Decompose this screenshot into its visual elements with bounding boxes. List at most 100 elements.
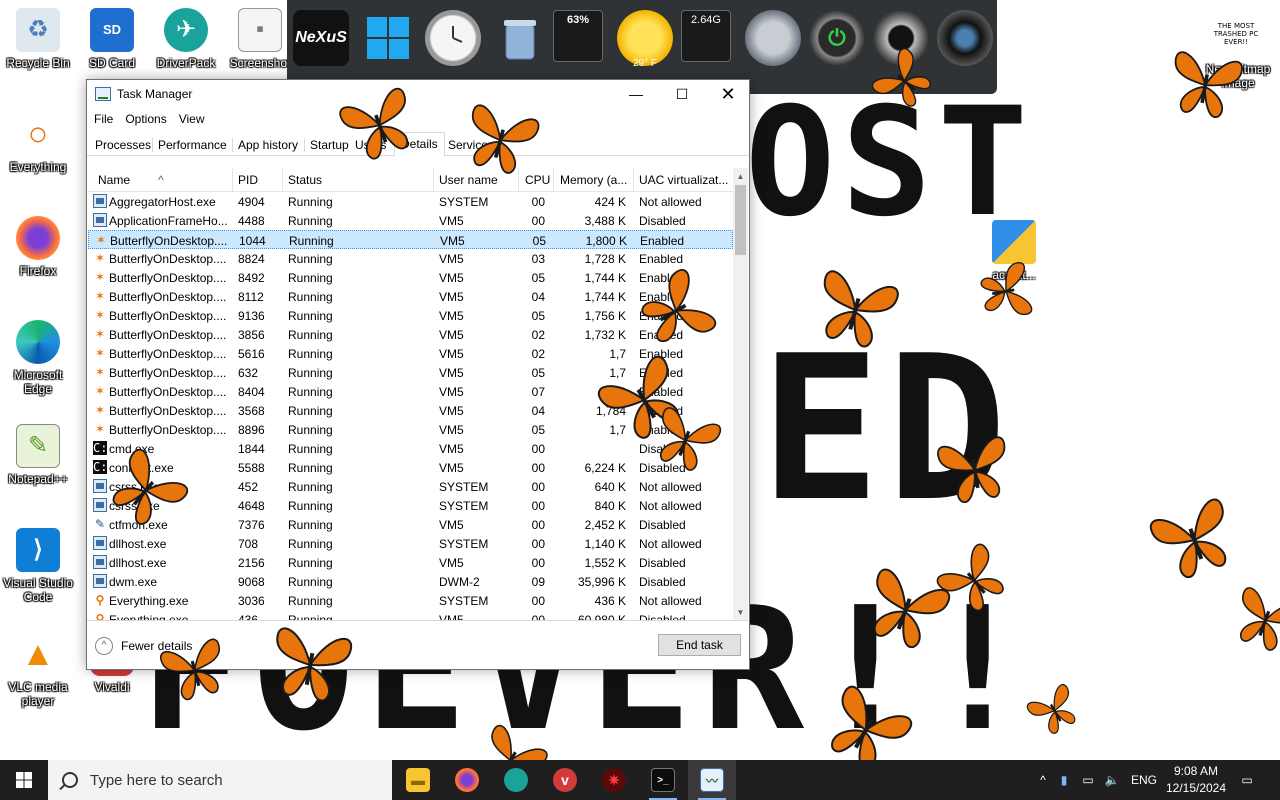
vertical-scrollbar[interactable]: ▲ ▼ xyxy=(733,168,748,621)
sort-caret-icon: ^ xyxy=(158,173,164,187)
cell-name: ButterflyOnDesktop.... xyxy=(109,404,227,418)
cell-status: Running xyxy=(288,461,333,475)
table-row[interactable]: ✎ ctfmon.exe 7376 Running VM5 00 2,452 K Disabl… xyxy=(88,515,733,534)
nexus-logo[interactable]: NeXuS xyxy=(293,10,349,66)
maximize-button[interactable]: ☐ xyxy=(659,80,705,108)
desktop-icon-notepadpp[interactable]: ✎ Notepad++ xyxy=(0,424,76,486)
driverpack-icon: ✈ xyxy=(164,8,208,52)
firefox-icon xyxy=(16,216,60,260)
notifications-icon[interactable]: ▭ xyxy=(1236,760,1258,800)
desktop-icon-firefox[interactable]: Firefox xyxy=(0,216,76,278)
ram-meter-icon[interactable]: 2.64G xyxy=(681,10,731,62)
cell-status: Running xyxy=(288,556,333,570)
start-button[interactable] xyxy=(0,760,48,800)
tab-processes[interactable]: Processes xyxy=(89,134,157,156)
cell-pid: 4904 xyxy=(238,195,265,209)
cell-pid: 708 xyxy=(238,537,259,551)
table-row[interactable]: ✶ ButterflyOnDesktop.... 8492 Running VM5 05 1… xyxy=(88,268,733,287)
desktop-icon-sd-card[interactable]: SD SD Card xyxy=(74,8,150,70)
butterfly-icon: ✶ xyxy=(94,346,106,360)
desktop-icon-label: Firefox xyxy=(19,264,57,278)
table-row[interactable]: C:\conhost.exe5588RunningVM5006,224 KDis… xyxy=(88,458,733,477)
cell-name: ButterflyOnDesktop.... xyxy=(109,290,227,304)
taskbar-task-manager[interactable]: 〰 xyxy=(688,760,736,800)
desktop-icon-vlc[interactable]: ▲ VLC media player xyxy=(0,632,76,708)
taskbar-red-app[interactable]: ✷ xyxy=(590,760,638,800)
recycle-bin-dock-icon[interactable] xyxy=(492,10,548,66)
cell-cpu: 04 xyxy=(531,404,545,418)
butterfly-icon: ✶ xyxy=(94,422,106,436)
taskbar-firefox[interactable] xyxy=(443,760,491,800)
window-title: Task Manager xyxy=(117,87,193,101)
cell-memory: 1,756 K xyxy=(584,309,626,323)
show-hidden-icons-chevron-icon[interactable]: ^ xyxy=(1034,773,1052,787)
cell-memory: 640 K xyxy=(594,480,626,494)
butterfly-icon: ✶ xyxy=(94,327,106,341)
desktop-icon-everything[interactable]: ○ Everything xyxy=(0,112,76,174)
table-row[interactable]: ✶ ButterflyOnDesktop.... 1044 Running VM5 05 1… xyxy=(88,230,733,249)
table-row[interactable]: AggregatorHost.exe 4904 Running SYSTEM 00 424… xyxy=(88,192,733,211)
exe-icon xyxy=(93,194,107,208)
power-button-icon[interactable]: ⏻ xyxy=(809,10,865,66)
cell-memory: 1,7 xyxy=(609,347,626,361)
menu-file[interactable]: File xyxy=(94,112,113,126)
network-globe-icon[interactable] xyxy=(745,10,801,66)
end-task-button[interactable]: End task xyxy=(658,634,741,656)
cell-pid: 632 xyxy=(238,366,259,380)
taskbar-swift-app[interactable] xyxy=(492,760,540,800)
cell-user: SYSTEM xyxy=(439,480,489,494)
table-row[interactable]: dllhost.exe 2156 Running VM5 00 1,552 K Disabl… xyxy=(88,553,733,572)
search-icon xyxy=(62,772,78,788)
notepadpp-icon: ✎ xyxy=(16,424,60,468)
desktop-icon-edge[interactable]: Microsoft Edge xyxy=(0,320,76,396)
console-icon: C:\ xyxy=(93,441,115,455)
minimize-button[interactable]: — xyxy=(613,80,659,108)
recycle-bin-icon: ♻ xyxy=(16,8,60,52)
cpu-meter-icon[interactable]: 63% xyxy=(553,10,603,62)
cell-user: VM5 xyxy=(439,309,464,323)
desktop-icon-vscode[interactable]: ⟩ Visual Studio Code xyxy=(0,528,76,604)
tab-app-history[interactable]: App history xyxy=(232,134,304,156)
cell-name: Everything.exe xyxy=(109,594,189,608)
column-uac[interactable]: UAC virtualizat... xyxy=(639,173,728,187)
camera-icon[interactable] xyxy=(937,10,993,66)
table-row[interactable]: dllhost.exe 708 Running SYSTEM 00 1,140 K Not … xyxy=(88,534,733,553)
column-name[interactable]: Name xyxy=(98,173,130,187)
menu-options[interactable]: Options xyxy=(125,112,166,126)
close-button[interactable]: ✕ xyxy=(705,80,751,108)
battery-icon[interactable]: ▮ xyxy=(1052,773,1076,787)
cell-memory: 1,800 K xyxy=(585,234,627,248)
table-row[interactable]: ApplicationFrameHo... 4488 Running VM5 00 3,4… xyxy=(88,211,733,230)
table-row[interactable]: ✶ ButterflyOnDesktop.... 3856 Running VM5 02 1… xyxy=(88,325,733,344)
cell-status: Running xyxy=(288,214,333,228)
taskbar-search-box[interactable]: Type here to search xyxy=(48,760,392,800)
column-pid[interactable]: PID xyxy=(238,173,258,187)
column-status[interactable]: Status xyxy=(288,173,322,187)
desktop-icon-recycle-bin[interactable]: ♻ Recycle Bin xyxy=(0,8,76,70)
desktop-icon-driverpack[interactable]: ✈ DriverPack xyxy=(148,8,224,70)
table-row[interactable]: dwm.exe 9068 Running DWM-2 09 35,996 K Disable… xyxy=(88,572,733,591)
cell-memory: 436 K xyxy=(594,594,626,608)
network-icon[interactable]: ▭ xyxy=(1076,773,1100,787)
scroll-down-arrow[interactable]: ▼ xyxy=(733,604,748,621)
volume-muted-icon[interactable]: 🔈 xyxy=(1100,773,1124,787)
table-row[interactable]: ✶ ButterflyOnDesktop.... 8824 Running VM5 03 1… xyxy=(88,249,733,268)
table-row[interactable]: ⚲ Everything.exe 3036 Running SYSTEM 00 436 K N… xyxy=(88,591,733,610)
folder-icon: ▬ xyxy=(406,768,430,792)
cell-pid: 4648 xyxy=(238,499,265,513)
desktop-icon-label: Vivaldi xyxy=(94,680,130,694)
cell-name: ButterflyOnDesktop.... xyxy=(109,309,227,323)
taskbar-file-explorer[interactable]: ▬ xyxy=(394,760,442,800)
clock-icon[interactable] xyxy=(425,10,481,66)
cell-status: Running xyxy=(288,575,333,589)
taskbar-vivaldi[interactable]: v xyxy=(541,760,589,800)
tab-performance[interactable]: Performance xyxy=(152,134,233,156)
taskbar-clock[interactable]: 9:08 AM 12/15/2024 xyxy=(1156,763,1236,797)
menu-view[interactable]: View xyxy=(179,112,205,126)
scroll-up-arrow[interactable]: ▲ xyxy=(733,168,748,185)
scroll-thumb[interactable] xyxy=(735,185,746,255)
weather-sun-icon[interactable]: 29° F xyxy=(617,10,673,69)
taskbar-command-prompt[interactable]: >_ xyxy=(639,760,687,800)
column-memory[interactable]: Memory (a... xyxy=(560,173,627,187)
windows-start-dock-icon[interactable] xyxy=(360,10,416,66)
